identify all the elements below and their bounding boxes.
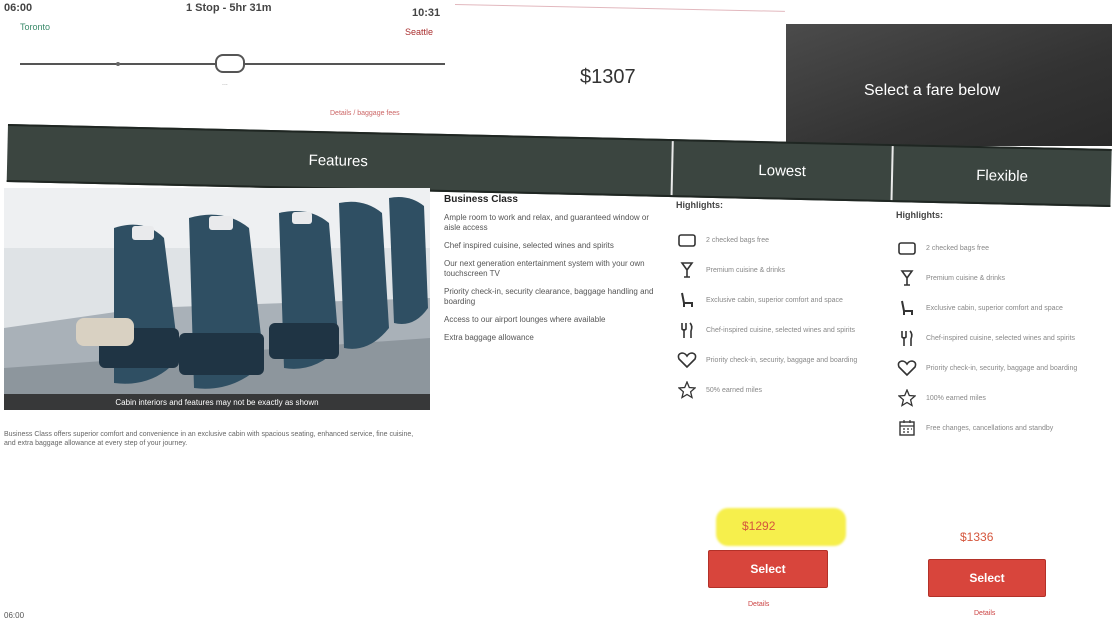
highlight-row: Priority check-in, security, baggage and… [676,350,876,370]
lowest-fare-price: $1292 [742,519,776,533]
feature-item: Our next generation entertainment system… [444,259,645,278]
photo-caption: Cabin interiors and features may not be … [4,394,430,410]
depart-airport: Toronto [20,22,51,32]
cocktail-icon [896,268,918,288]
feature-item: Priority check-in, security clearance, b… [444,287,654,306]
flexible-fare-column: Highlights: 2 checked bags free Premium … [896,210,1096,438]
heart-icon [676,350,698,370]
feature-item: Ample room to work and relax, and guaran… [444,213,649,232]
header-lowest[interactable]: Lowest [673,141,892,200]
highlight-text: Chef-inspired cuisine, selected wines an… [706,326,856,334]
highlight-row: Chef-inspired cuisine, selected wines an… [896,328,1096,348]
highlight-row: Premium cuisine & drinks [896,268,1096,288]
flexible-fare-price: $1336 [960,530,994,544]
flexible-details-link[interactable]: Details [974,610,995,617]
highlight-text: 100% earned miles [926,394,986,402]
highlight-row: 50% earned miles [676,380,876,400]
cabin-seats-image [4,188,430,410]
cocktail-icon [676,260,698,280]
feature-item: Chef inspired cuisine, selected wines an… [444,241,614,250]
highlight-text: Priority check-in, security, baggage and… [706,356,858,364]
highlight-text: 2 checked bags free [926,244,990,252]
header-features: Features [308,151,369,170]
depart-time: 06:00 [4,2,33,14]
stopover-caption: ... [222,80,228,87]
feature-item: Access to our airport lounges where avai… [444,315,606,324]
stopover-marker[interactable] [215,54,245,73]
price-highlight-marker [716,508,846,546]
stops-duration: 1 Stop - 5hr 31m [186,2,272,14]
highlight-row: 100% earned miles [896,388,1096,408]
seat-icon [676,290,698,310]
class-name: Business Class [444,194,518,205]
highlight-row: Exclusive cabin, superior comfort and sp… [676,290,876,310]
lowest-select-button[interactable]: Select [708,550,828,588]
highlight-row: Premium cuisine & drinks [676,260,876,280]
highlight-text: Priority check-in, security, baggage and… [926,364,1078,372]
dining-icon [896,328,918,348]
highlight-row: Chef-inspired cuisine, selected wines an… [676,320,876,340]
select-fare-panel: Select a fare below [786,24,1112,146]
details-baggage-link[interactable]: Details / baggage fees [330,110,400,117]
highlight-text: Exclusive cabin, superior comfort and sp… [706,296,843,304]
highlight-text: 50% earned miles [706,386,763,394]
top-divider [454,4,785,12]
features-column: Business Class Ample room to work and re… [444,194,658,343]
feature-item: Extra baggage allowance [444,333,534,342]
lowest-highlights-title: Highlights: [676,200,723,210]
highlight-row: 2 checked bags free [676,230,876,250]
highlight-text: 2 checked bags free [706,236,770,244]
next-flight-time: 06:00 [4,611,25,620]
origin-marker [116,62,120,66]
highlight-text: Premium cuisine & drinks [706,266,785,274]
flexible-highlights-title: Highlights: [896,210,943,220]
flexible-select-button[interactable]: Select [928,559,1046,597]
heart-icon [896,358,918,378]
baggage-icon [896,238,918,258]
highlight-text: Exclusive cabin, superior comfort and sp… [926,304,1063,312]
cabin-disclaimer: Business Class offers superior comfort a… [4,431,414,447]
highlight-text: Free changes, cancellations and standby [926,424,1054,432]
calendar-icon [896,418,918,438]
highlight-text: Premium cuisine & drinks [926,274,1005,282]
highlight-row: Exclusive cabin, superior comfort and sp… [896,298,1096,318]
arrive-time: 10:31 [412,7,441,19]
summary-price: $1307 [580,66,636,88]
dining-icon [676,320,698,340]
select-fare-prompt: Select a fare below [864,82,1001,99]
highlight-row: Priority check-in, security, baggage and… [896,358,1096,378]
arrive-airport: Seattle [405,27,434,37]
baggage-icon [676,230,698,250]
star-icon [676,380,698,400]
highlight-text: Chef-inspired cuisine, selected wines an… [926,334,1076,342]
star-icon [896,388,918,408]
cabin-photo: Cabin interiors and features may not be … [4,188,430,410]
highlight-row: Free changes, cancellations and standby [896,418,1096,438]
seat-icon [896,298,918,318]
highlight-row: 2 checked bags free [896,238,1096,258]
lowest-details-link[interactable]: Details [748,601,769,608]
lowest-fare-column: Highlights: 2 checked bags free Premium … [676,200,876,400]
header-flexible[interactable]: Flexible [893,146,1112,205]
